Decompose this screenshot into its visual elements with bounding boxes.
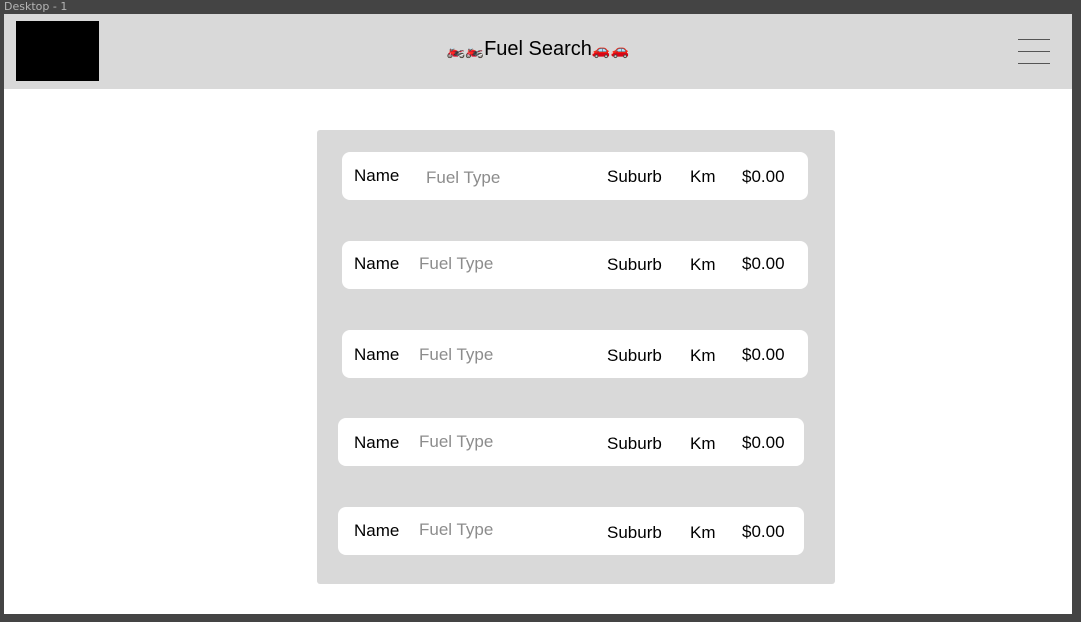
frame-label: Desktop - 1	[4, 0, 68, 13]
page-title: 🏍️🏍️Fuel Search🚗🚗	[4, 36, 1072, 63]
suburb: Suburb	[607, 523, 662, 542]
hamburger-menu-icon[interactable]	[1018, 39, 1050, 65]
header-bar: 🏍️🏍️Fuel Search🚗🚗	[4, 14, 1072, 89]
suburb: Suburb	[607, 434, 662, 453]
price: $0.00	[742, 167, 785, 186]
result-row[interactable]: Name Fuel Type Suburb Km $0.00	[342, 330, 808, 378]
station-name: Name	[354, 166, 400, 185]
car-icon: 🚗🚗	[591, 41, 630, 59]
distance-km: Km	[690, 255, 716, 274]
result-row[interactable]: Name Fuel Type Suburb Km $0.00	[342, 152, 808, 200]
distance-km: Km	[690, 346, 716, 365]
price: $0.00	[742, 522, 785, 541]
distance-km: Km	[690, 434, 716, 453]
fuel-type: Fuel Type	[419, 432, 494, 451]
station-name: Name	[354, 521, 400, 540]
distance-km: Km	[690, 167, 716, 186]
price: $0.00	[742, 433, 785, 452]
fuel-type: Fuel Type	[426, 168, 501, 187]
suburb: Suburb	[607, 346, 662, 365]
menu-line	[1018, 63, 1050, 64]
suburb: Suburb	[607, 255, 662, 274]
motorcycle-icon: 🏍️🏍️	[446, 41, 485, 59]
station-name: Name	[354, 433, 400, 452]
result-row[interactable]: Name Fuel Type Suburb Km $0.00	[338, 418, 804, 466]
fuel-type: Fuel Type	[419, 520, 494, 539]
fuel-type: Fuel Type	[419, 345, 494, 364]
price: $0.00	[742, 345, 785, 364]
price: $0.00	[742, 254, 785, 273]
station-name: Name	[354, 345, 400, 364]
station-name: Name	[354, 254, 400, 273]
distance-km: Km	[690, 523, 716, 542]
desktop-frame: 🏍️🏍️Fuel Search🚗🚗 Name Fuel Type Suburb …	[4, 14, 1072, 614]
page-title-text: Fuel Search	[484, 38, 592, 60]
menu-line	[1018, 39, 1050, 40]
fuel-type: Fuel Type	[419, 254, 494, 273]
menu-line	[1018, 51, 1050, 52]
result-row[interactable]: Name Fuel Type Suburb Km $0.00	[342, 241, 808, 289]
results-panel: Name Fuel Type Suburb Km $0.00 Name Fuel…	[317, 130, 835, 584]
suburb: Suburb	[607, 167, 662, 186]
result-row[interactable]: Name Fuel Type Suburb Km $0.00	[338, 507, 804, 555]
